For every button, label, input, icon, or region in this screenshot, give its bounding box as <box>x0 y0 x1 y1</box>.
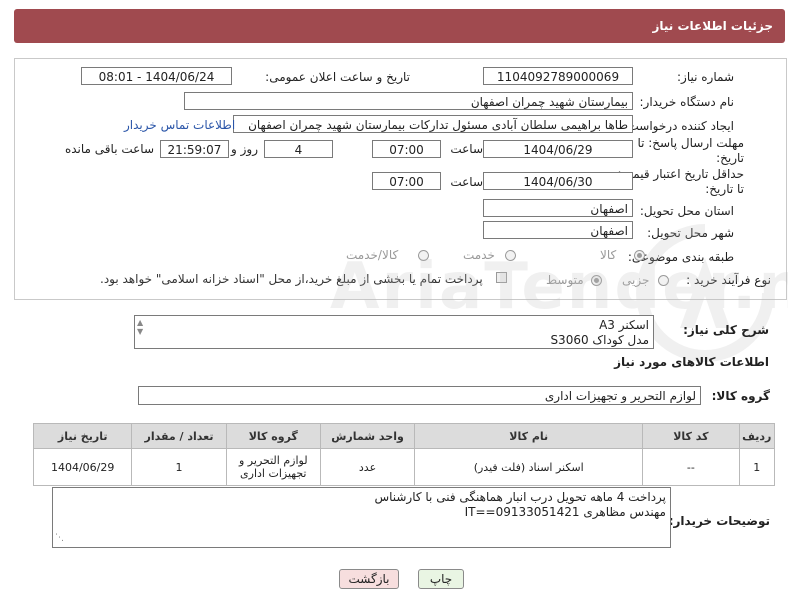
table-header-row: ردیف کد کالا نام کالا واحد شمارش گروه کا… <box>32 423 776 449</box>
table-row: 1 -- اسکنر اسناد (فلت فیدر) عدد لوازم ال… <box>32 448 776 486</box>
category-option-goods: کالا <box>600 248 617 262</box>
buyer-notes-line-1: پرداخت 4 ماهه تحویل درب انبار هماهنگی فن… <box>374 490 666 504</box>
resize-grip-icon[interactable]: ⋰ <box>55 531 64 546</box>
need-details-page: جزئیات اطلاعات نیاز شماره نیاز: 11040927… <box>0 0 788 606</box>
remaining-time-label: ساعت باقی مانده <box>64 142 154 156</box>
category-option-service: خدمت <box>463 248 495 262</box>
cell-quantity: 1 <box>131 448 227 486</box>
validity-time-field[interactable]: 07:00 <box>372 172 441 190</box>
treasury-payment-checkbox[interactable] <box>496 272 507 283</box>
price-validity-label: حداقل تاریخ اعتبار قیمت: <box>617 167 744 181</box>
page-header: جزئیات اطلاعات نیاز <box>14 9 785 43</box>
process-radio-minor[interactable] <box>658 275 669 286</box>
buyer-org-label: نام دستگاه خریدار: <box>639 95 735 109</box>
buyer-notes-label: توضیحات خریدار: <box>668 514 770 528</box>
city-label: شهر محل تحویل: <box>647 226 734 240</box>
col-row-number: ردیف <box>738 423 776 449</box>
back-button[interactable]: بازگشت <box>339 569 399 589</box>
price-validity-label-2: تا تاریخ: <box>705 182 744 196</box>
description-label: شرح کلی نیاز: <box>683 323 769 337</box>
category-option-goods-service: کالا/خدمت <box>346 248 399 262</box>
scroll-arrows-icon[interactable]: ▲ ▼ <box>137 318 143 336</box>
days-label: روز و <box>231 142 258 156</box>
need-number-field[interactable]: 1104092789000069 <box>483 67 633 85</box>
process-option-medium: متوسط <box>546 273 584 287</box>
deadline-date-field[interactable]: 1404/06/29 <box>483 140 633 158</box>
page-title: جزئیات اطلاعات نیاز <box>652 19 773 33</box>
col-unit: واحد شمارش <box>319 423 416 449</box>
goods-info-title: اطلاعات کالاهای مورد نیاز <box>614 355 769 369</box>
deadline-label: مهلت ارسال پاسخ: تا <box>637 136 744 150</box>
treasury-payment-note: پرداخت تمام یا بخشی از مبلغ خرید،از محل … <box>100 272 483 286</box>
need-number-label: شماره نیاز: <box>677 70 734 84</box>
goods-group-field[interactable]: لوازم التحریر و تجهیزات اداری <box>138 386 701 405</box>
cell-item-code: -- <box>642 448 740 486</box>
deadline-label-2: تاریخ: <box>716 151 744 165</box>
deadline-time-field[interactable]: 07:00 <box>372 140 441 158</box>
remaining-time-field[interactable]: 21:59:07 <box>160 140 229 158</box>
process-radio-medium[interactable] <box>591 275 602 286</box>
col-item-code: کد کالا <box>642 423 740 449</box>
col-need-date: تاریخ نیاز <box>32 423 133 449</box>
category-radio-service[interactable] <box>505 250 516 261</box>
col-goods-group: گروه کالا <box>225 423 321 449</box>
description-line-1: اسکنر A3 <box>599 318 649 332</box>
announce-datetime-field[interactable]: 1404/06/24 - 08:01 <box>81 67 232 85</box>
days-remaining-field[interactable]: 4 <box>264 140 333 158</box>
items-table: ردیف کد کالا نام کالا واحد شمارش گروه کا… <box>32 423 776 486</box>
col-quantity: تعداد / مقدار <box>131 423 227 449</box>
buyer-contact-link[interactable]: اطلاعات تماس خریدار <box>124 118 235 132</box>
print-button[interactable]: چاپ <box>418 569 464 589</box>
col-item-name: نام کالا <box>414 423 644 449</box>
cell-need-date: 1404/06/29 <box>32 448 133 486</box>
cell-unit: عدد <box>319 448 416 486</box>
buyer-notes-line-2: مهندس مظاهری 09133051421==IT <box>464 505 666 519</box>
deadline-hour-label: ساعت <box>450 142 483 156</box>
validity-hour-label: ساعت <box>450 175 483 189</box>
city-field[interactable]: اصفهان <box>483 221 633 239</box>
cell-row-number: 1 <box>738 448 776 486</box>
goods-group-label: گروه کالا: <box>711 389 770 403</box>
buyer-notes-textarea[interactable]: پرداخت 4 ماهه تحویل درب انبار هماهنگی فن… <box>52 487 671 548</box>
requester-field[interactable]: طاها براهیمی سلطان آبادی مسئول تدارکات ب… <box>233 115 633 133</box>
process-option-minor: جزیی <box>622 273 650 287</box>
description-textarea[interactable]: اسکنر A3 مدل کوداک S3060 ▲ ▼ <box>134 315 654 349</box>
description-line-2: مدل کوداک S3060 <box>550 333 649 347</box>
cell-item-name: اسکنر اسناد (فلت فیدر) <box>414 448 644 486</box>
category-radio-goods-service[interactable] <box>418 250 429 261</box>
process-type-label: نوع فرآیند خرید : <box>686 273 771 287</box>
province-label: استان محل تحویل: <box>639 204 734 218</box>
province-field[interactable]: اصفهان <box>483 199 633 217</box>
buyer-org-field[interactable]: بیمارستان شهید چمران اصفهان <box>184 92 633 110</box>
validity-date-field[interactable]: 1404/06/30 <box>483 172 633 190</box>
cell-goods-group: لوازم التحریر و تجهیزات اداری <box>225 448 321 486</box>
announce-datetime-label: تاریخ و ساعت اعلان عمومی: <box>265 70 410 84</box>
requester-label: ایجاد کننده درخواست: <box>623 119 734 133</box>
category-radio-goods[interactable] <box>634 250 645 261</box>
